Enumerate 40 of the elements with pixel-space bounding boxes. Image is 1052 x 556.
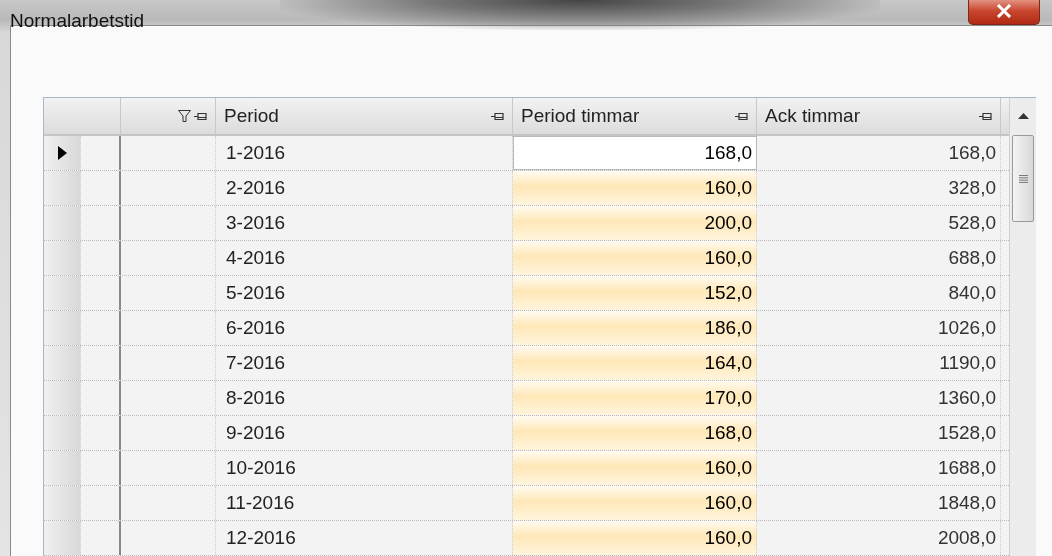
table-cell[interactable]: 152,0 (513, 276, 757, 310)
table-cell[interactable]: 186,0 (513, 311, 757, 345)
pin-icon[interactable] (979, 111, 992, 121)
table-cell: 1688,0 (757, 451, 1001, 485)
up-arrow-icon (1017, 113, 1029, 119)
filter-icon[interactable] (178, 110, 191, 122)
table-cell: 840,0 (757, 276, 1001, 310)
scroll-thumb[interactable] (1012, 135, 1034, 222)
table-cell: 1848,0 (757, 486, 1001, 520)
pin-icon[interactable] (491, 111, 504, 121)
table-cell: 2008,0 (757, 521, 1001, 555)
table-cell[interactable]: 160,0 (513, 486, 757, 520)
current-row-icon (57, 146, 67, 160)
table-cell: 1360,0 (757, 381, 1001, 415)
table-cell[interactable]: 160,0 (513, 171, 757, 205)
pin-icon[interactable] (194, 111, 207, 121)
table-cell[interactable]: 160,0 (513, 451, 757, 485)
column-header[interactable]: Period timmar (513, 98, 757, 134)
table-cell: 1528,0 (757, 416, 1001, 450)
close-button[interactable] (968, 0, 1040, 25)
table-cell: 1026,0 (757, 311, 1001, 345)
table-cell: 168,0 (757, 136, 1001, 170)
row-header[interactable] (44, 136, 81, 170)
window-title: Normalarbetstid (10, 10, 145, 32)
table-cell[interactable]: 200,0 (513, 206, 757, 240)
table-cell[interactable]: 168,0 (513, 136, 757, 170)
grip-icon (1018, 174, 1028, 183)
column-header[interactable]: Ack timmar (757, 98, 1001, 134)
table-cell: 328,0 (757, 171, 1001, 205)
table-cell[interactable]: 170,0 (513, 381, 757, 415)
table-cell[interactable]: 168,0 (513, 416, 757, 450)
table-cell[interactable]: 160,0 (513, 241, 757, 275)
table-cell[interactable]: 160,0 (513, 521, 757, 555)
column-header[interactable]: Period (216, 98, 513, 134)
pin-icon[interactable] (735, 111, 748, 121)
table-cell[interactable]: 164,0 (513, 346, 757, 380)
table-cell: 528,0 (757, 206, 1001, 240)
close-icon (996, 4, 1012, 18)
table-cell: 688,0 (757, 241, 1001, 275)
table-cell: 1190,0 (757, 346, 1001, 380)
